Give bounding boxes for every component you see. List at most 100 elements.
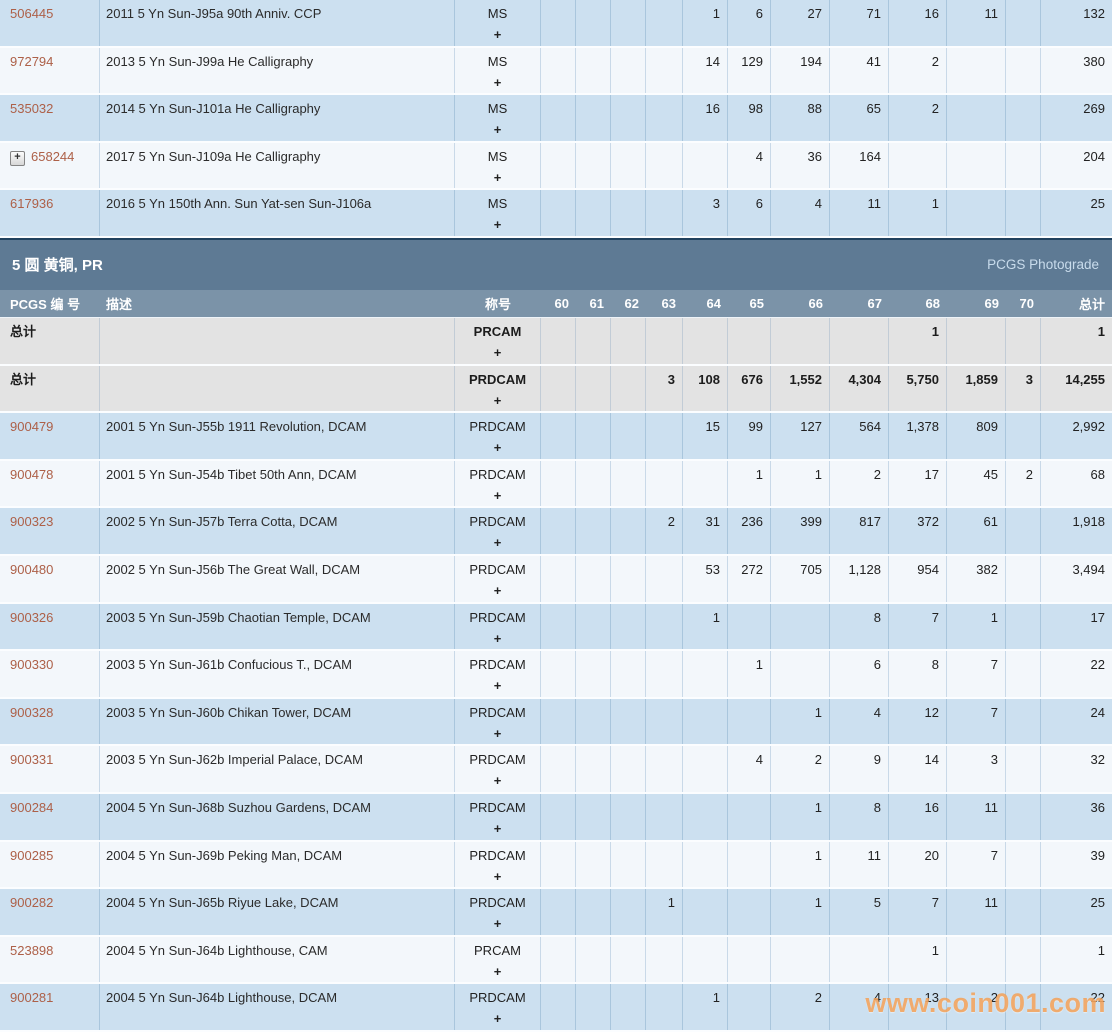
pcgs-number-link[interactable]: 900478 [10, 467, 53, 482]
pcgs-number-link[interactable]: 900480 [10, 562, 53, 577]
grade-value-cell [541, 48, 576, 94]
grade-value-cell [541, 746, 576, 792]
description-cell [100, 318, 455, 364]
grade-value-cell [541, 842, 576, 888]
pr-section-title: 5 圆 黄铜, PR [0, 254, 103, 275]
grade-value-cell [541, 95, 576, 141]
pcgs-number-link: 总计 [10, 324, 36, 339]
grade-value-cell [728, 937, 771, 983]
grade-value-cell: 1 [771, 699, 830, 745]
designation-label: PRDCAM [457, 419, 538, 434]
grade-value-cell: 8 [830, 604, 889, 650]
pcgs-number-link[interactable]: 900328 [10, 705, 53, 720]
description-cell: 2003 5 Yn Sun-J61b Confucious T., DCAM [100, 651, 455, 697]
grade-value-cell: 11 [947, 889, 1006, 935]
header-description: 描述 [100, 294, 455, 313]
designation-label: PRDCAM [457, 990, 538, 1005]
grade-value-cell [611, 508, 646, 554]
grade-value-cell: 1 [889, 937, 947, 983]
grade-value-cell: 6 [728, 190, 771, 236]
grade-value-cell [1006, 889, 1041, 935]
grade-value-cell: 41 [830, 48, 889, 94]
pr-table: 总计 PRCAM + 11 总计 PRDCAM + 31086761,5524,… [0, 318, 1112, 1032]
total-value-cell: 204 [1041, 143, 1112, 189]
grade-value-cell [728, 318, 771, 364]
grade-value-cell [611, 746, 646, 792]
grade-value-cell: 14 [683, 48, 728, 94]
pcgs-number-link[interactable]: 900326 [10, 610, 53, 625]
designation-label: PRDCAM [457, 467, 538, 482]
grade-value-cell [646, 190, 683, 236]
designation-label: PRDCAM [457, 562, 538, 577]
pcgs-number-cell: 900323 [0, 508, 100, 554]
designation-label: PRDCAM [457, 895, 538, 910]
grade-value-cell: 11 [947, 0, 1006, 46]
grade-value-cell [576, 190, 611, 236]
pcgs-number-cell: 900281 [0, 984, 100, 1030]
grade-value-cell: 36 [771, 143, 830, 189]
pcgs-number-link[interactable]: 900331 [10, 752, 53, 767]
grade-value-cell [1006, 508, 1041, 554]
pcgs-number-link[interactable]: 900323 [10, 514, 53, 529]
grade-value-cell: 3 [947, 746, 1006, 792]
grade-value-cell: 4 [830, 984, 889, 1030]
grade-value-cell [728, 889, 771, 935]
grade-value-cell [576, 556, 611, 602]
total-value-cell: 14,255 [1041, 366, 1112, 412]
total-value-cell: 36 [1041, 794, 1112, 840]
pcgs-number-link[interactable]: 535032 [10, 101, 53, 116]
pcgs-number-link[interactable]: 972794 [10, 54, 53, 69]
grade-value-cell: 11 [830, 190, 889, 236]
pcgs-number-link[interactable]: 617936 [10, 196, 53, 211]
pcgs-number-link[interactable]: 658244 [31, 149, 74, 164]
pcgs-number-link[interactable]: 900282 [10, 895, 53, 910]
description-cell: 2001 5 Yn Sun-J54b Tibet 50th Ann, DCAM [100, 461, 455, 507]
header-grade-67: 67 [830, 296, 889, 311]
grade-value-cell: 7 [947, 842, 1006, 888]
designation-plus-label: + [457, 773, 538, 788]
grade-value-cell [611, 143, 646, 189]
grade-value-cell: 7 [889, 604, 947, 650]
designation-plus-label: + [457, 916, 538, 931]
designation-plus-label: + [457, 535, 538, 550]
header-grade-64: 64 [683, 296, 728, 311]
total-value-cell: 24 [1041, 699, 1112, 745]
pcgs-number-link[interactable]: 506445 [10, 6, 53, 21]
grade-value-cell [1006, 190, 1041, 236]
grade-value-cell: 12 [889, 699, 947, 745]
grade-value-cell [728, 984, 771, 1030]
total-value-cell: 1 [1041, 937, 1112, 983]
grade-value-cell [683, 937, 728, 983]
grade-value-cell: 1 [683, 984, 728, 1030]
grade-value-cell: 2 [646, 508, 683, 554]
pcgs-number-link[interactable]: 900284 [10, 800, 53, 815]
description-cell: 2004 5 Yn Sun-J64b Lighthouse, DCAM [100, 984, 455, 1030]
header-grade-69: 69 [947, 296, 1006, 311]
header-grade-60: 60 [541, 296, 576, 311]
grade-value-cell [728, 699, 771, 745]
grade-value-cell: 676 [728, 366, 771, 412]
header-designation: 称号 [455, 294, 541, 313]
description-cell: 2002 5 Yn Sun-J56b The Great Wall, DCAM [100, 556, 455, 602]
pcgs-number-cell: 900285 [0, 842, 100, 888]
grade-value-cell [541, 651, 576, 697]
grade-value-cell [889, 143, 947, 189]
total-value-cell: 25 [1041, 190, 1112, 236]
grade-value-cell [683, 318, 728, 364]
pcgs-number-link[interactable]: 900330 [10, 657, 53, 672]
grade-value-cell: 7 [947, 651, 1006, 697]
grade-value-cell [1006, 556, 1041, 602]
pcgs-number-link[interactable]: 900285 [10, 848, 53, 863]
pcgs-photograde-link[interactable]: PCGS Photograde [987, 257, 1112, 272]
designation-label: PRDCAM [457, 800, 538, 815]
pcgs-number-link[interactable]: 900479 [10, 419, 53, 434]
grade-value-cell: 1 [771, 461, 830, 507]
grade-value-cell: 2 [771, 746, 830, 792]
expand-icon[interactable]: + [10, 151, 25, 166]
grade-value-cell [541, 461, 576, 507]
grade-value-cell [611, 95, 646, 141]
pcgs-number-link[interactable]: 900281 [10, 990, 53, 1005]
grade-value-cell: 382 [947, 556, 1006, 602]
pcgs-number-link[interactable]: 523898 [10, 943, 53, 958]
grade-value-cell [646, 937, 683, 983]
